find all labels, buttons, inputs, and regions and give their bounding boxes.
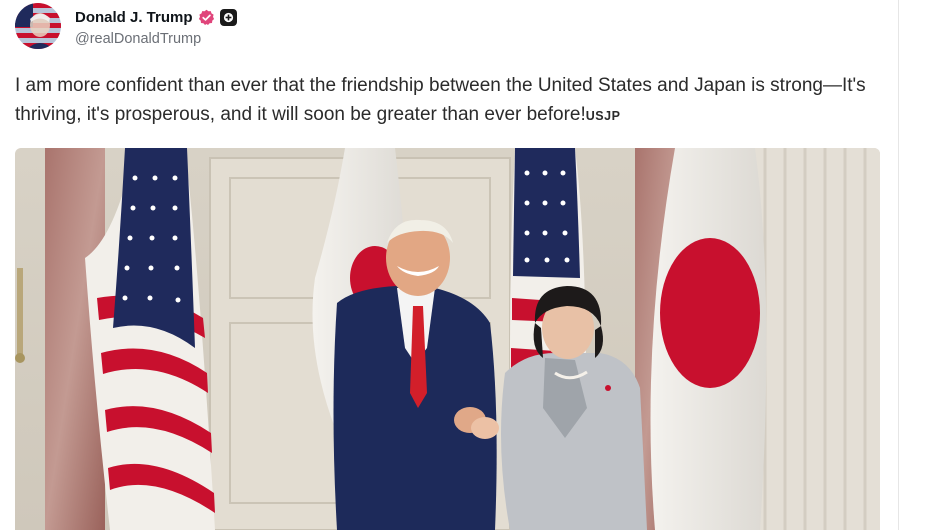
curtain	[750, 148, 880, 530]
verified-badge-icon	[198, 9, 215, 26]
author-avatar[interactable]	[15, 3, 61, 49]
handshake-photo	[15, 148, 880, 530]
post-media-photo[interactable]	[15, 148, 880, 530]
post-text: I am more confident than ever that the f…	[15, 75, 866, 125]
japan-flag-right	[650, 148, 767, 530]
author-name-row: Donald J. Trump	[75, 8, 237, 26]
right-gutter	[899, 0, 942, 530]
plus-badge-icon	[219, 8, 237, 26]
author-handle[interactable]: @realDonaldTrump	[75, 31, 201, 47]
post-body: I am more confident than ever that the f…	[15, 71, 885, 131]
post-tag[interactable]: USJP	[586, 109, 621, 123]
avatar-flag-icon	[15, 3, 61, 49]
author-display-name[interactable]: Donald J. Trump	[75, 9, 193, 26]
post-card: Donald J. Trump @realDonaldTrump I am mo…	[0, 0, 898, 530]
